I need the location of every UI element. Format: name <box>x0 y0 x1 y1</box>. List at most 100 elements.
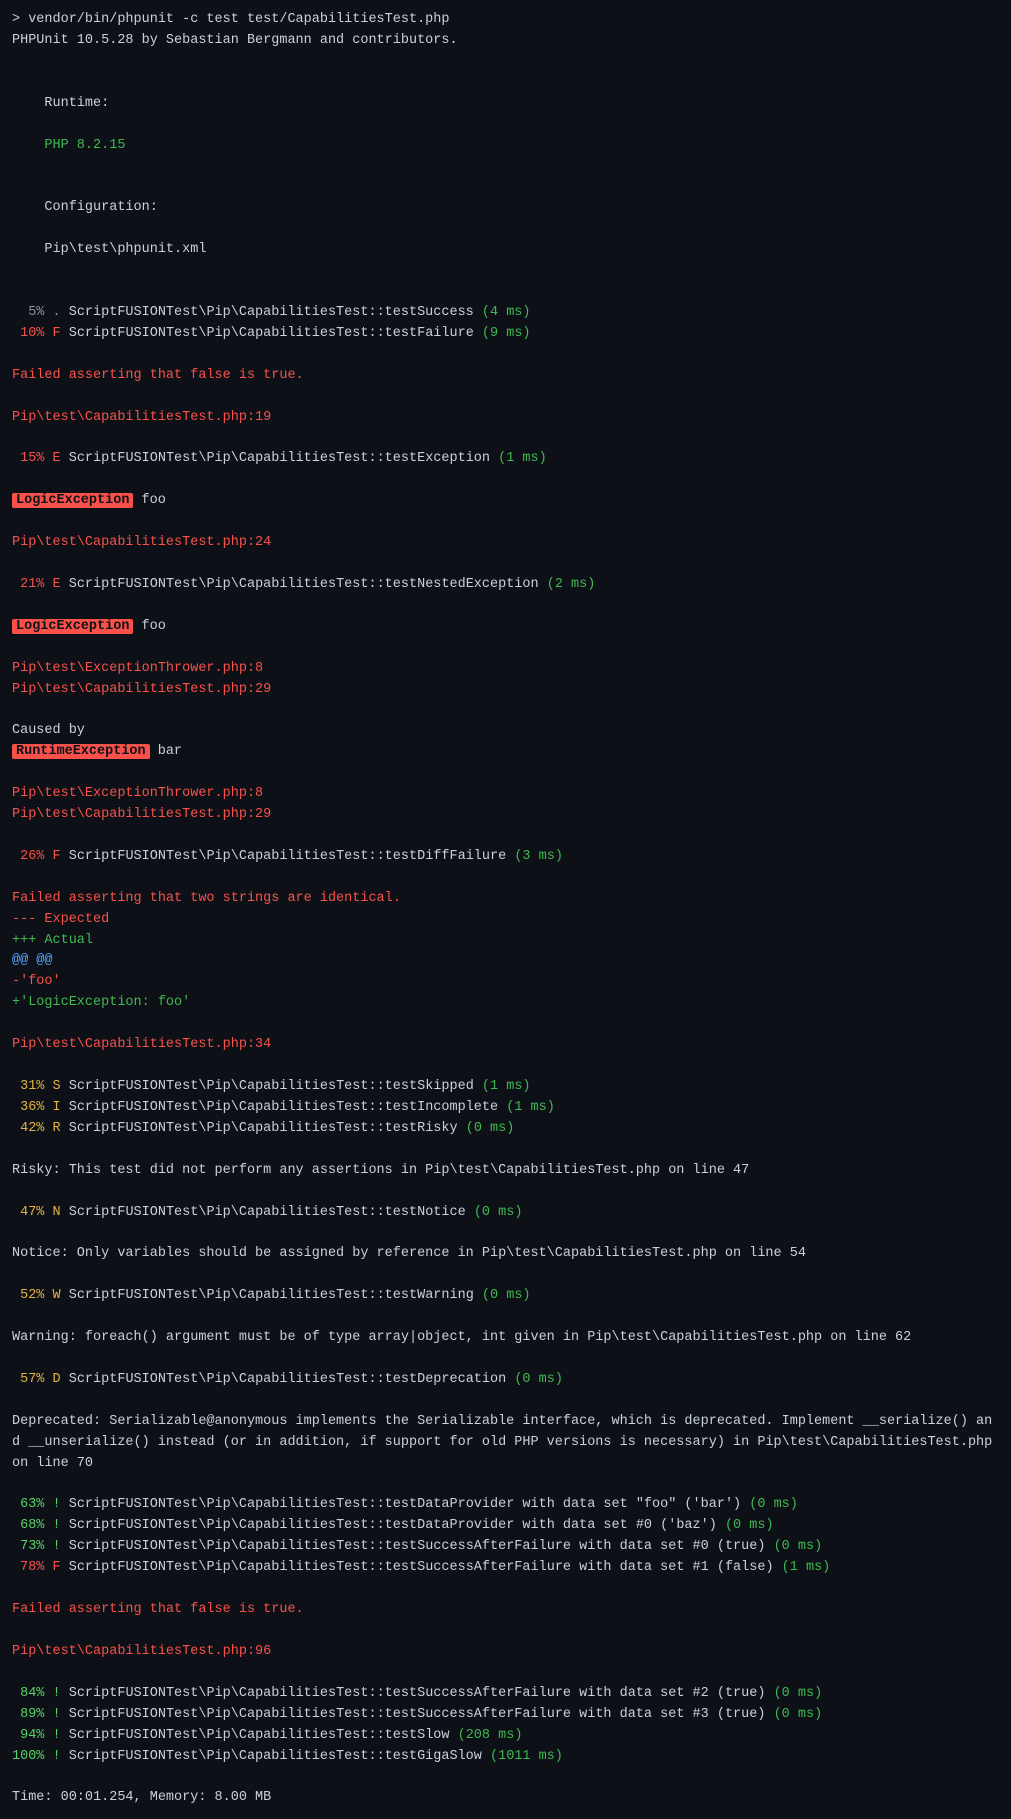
output-line: 63% ! ScriptFUSIONTest\Pip\CapabilitiesT… <box>12 1495 999 1516</box>
runtime-value: PHP 8.2.15 <box>44 138 125 153</box>
output-line: 100% ! ScriptFUSIONTest\Pip\Capabilities… <box>12 1747 999 1768</box>
output-line: 47% N ScriptFUSIONTest\Pip\CapabilitiesT… <box>12 1203 999 1224</box>
output-line: 31% S ScriptFUSIONTest\Pip\CapabilitiesT… <box>12 1077 999 1098</box>
output-line <box>12 387 999 408</box>
output-line <box>12 1621 999 1642</box>
test-time: (4 ms) <box>482 305 531 320</box>
test-percent: 89% ! <box>12 1707 61 1722</box>
exception-line: LogicException foo <box>12 617 999 638</box>
output-line <box>12 470 999 491</box>
test-time: (0 ms) <box>466 1121 515 1136</box>
exception-message: foo <box>133 493 165 508</box>
test-name: ScriptFUSIONTest\Pip\CapabilitiesTest::t… <box>69 1539 766 1554</box>
test-time: (3 ms) <box>514 849 563 864</box>
test-name: ScriptFUSIONTest\Pip\CapabilitiesTest::t… <box>69 305 474 320</box>
output-line <box>12 282 999 303</box>
runtime-spacer <box>44 117 93 132</box>
output-line: 52% W ScriptFUSIONTest\Pip\CapabilitiesT… <box>12 1286 999 1307</box>
test-time: (1 ms) <box>506 1100 555 1115</box>
output-line <box>12 1056 999 1077</box>
test-time: (0 ms) <box>749 1497 798 1512</box>
caused-by: Caused by <box>12 721 999 742</box>
test-percent: 94% ! <box>12 1728 61 1743</box>
output-line <box>12 512 999 533</box>
file-reference: Pip\test\CapabilitiesTest.php:96 <box>12 1642 999 1663</box>
test-name: ScriptFUSIONTest\Pip\CapabilitiesTest::t… <box>69 1100 498 1115</box>
test-name: ScriptFUSIONTest\Pip\CapabilitiesTest::t… <box>69 1288 474 1303</box>
exception-line: LogicException foo <box>12 491 999 512</box>
test-name: ScriptFUSIONTest\Pip\CapabilitiesTest::t… <box>69 1121 458 1136</box>
test-percent: 26% F <box>12 849 61 864</box>
output-line: 89% ! ScriptFUSIONTest\Pip\CapabilitiesT… <box>12 1705 999 1726</box>
test-time: (0 ms) <box>774 1686 823 1701</box>
test-percent: 10% F <box>12 326 61 341</box>
output-line <box>12 596 999 617</box>
output-line <box>12 1140 999 1161</box>
test-time: (208 ms) <box>458 1728 523 1743</box>
test-percent: 52% W <box>12 1288 61 1303</box>
file-reference: Pip\test\ExceptionThrower.php:8 <box>12 784 999 805</box>
test-name: ScriptFUSIONTest\Pip\CapabilitiesTest::t… <box>69 1707 766 1722</box>
file-reference: Pip\test\CapabilitiesTest.php:29 <box>12 805 999 826</box>
output-line: 57% D ScriptFUSIONTest\Pip\CapabilitiesT… <box>12 1370 999 1391</box>
test-name: ScriptFUSIONTest\Pip\CapabilitiesTest::t… <box>69 1686 766 1701</box>
output-line: 78% F ScriptFUSIONTest\Pip\CapabilitiesT… <box>12 1558 999 1579</box>
test-time: (1 ms) <box>782 1560 831 1575</box>
test-percent: 100% ! <box>12 1749 61 1764</box>
output-line: 68% ! ScriptFUSIONTest\Pip\CapabilitiesT… <box>12 1516 999 1537</box>
test-percent: 36% I <box>12 1100 61 1115</box>
test-name: ScriptFUSIONTest\Pip\CapabilitiesTest::t… <box>69 1518 717 1533</box>
exception-message: foo <box>133 619 165 634</box>
test-percent: 57% D <box>12 1372 61 1387</box>
test-percent: 73% ! <box>12 1539 61 1554</box>
runtime-line: Runtime: PHP 8.2.15 <box>12 73 999 178</box>
test-name: ScriptFUSIONTest\Pip\CapabilitiesTest::t… <box>69 1497 741 1512</box>
exception-badge: LogicException <box>12 619 133 634</box>
output-line: 15% E ScriptFUSIONTest\Pip\CapabilitiesT… <box>12 449 999 470</box>
test-time: (9 ms) <box>482 326 531 341</box>
command-line: > vendor/bin/phpunit -c test test/Capabi… <box>12 10 999 31</box>
test-percent: 78% F <box>12 1560 61 1575</box>
output-line: 42% R ScriptFUSIONTest\Pip\CapabilitiesT… <box>12 1119 999 1140</box>
test-name: ScriptFUSIONTest\Pip\CapabilitiesTest::t… <box>69 849 506 864</box>
config-value: Pip\test\phpunit.xml <box>44 242 206 257</box>
file-reference: Pip\test\CapabilitiesTest.php:19 <box>12 408 999 429</box>
output-line: 36% I ScriptFUSIONTest\Pip\CapabilitiesT… <box>12 1098 999 1119</box>
test-time: (0 ms) <box>514 1372 563 1387</box>
warning-message: Risky: This test did not perform any ass… <box>12 1161 999 1182</box>
output-line <box>12 1223 999 1244</box>
test-name: ScriptFUSIONTest\Pip\CapabilitiesTest::t… <box>69 1728 450 1743</box>
warning-message: Deprecated: Serializable@anonymous imple… <box>12 1412 999 1475</box>
test-time: (2 ms) <box>547 577 596 592</box>
error-message: Failed asserting that false is true. <box>12 366 999 387</box>
test-time: (0 ms) <box>482 1288 531 1303</box>
test-percent: 42% R <box>12 1121 61 1136</box>
output-line <box>12 1579 999 1600</box>
file-reference: Pip\test\ExceptionThrower.php:8 <box>12 659 999 680</box>
output-line <box>12 1391 999 1412</box>
test-percent: 47% N <box>12 1205 61 1220</box>
test-time: (1 ms) <box>498 451 547 466</box>
output-line <box>12 1182 999 1203</box>
summary-line: Time: 00:01.254, Memory: 8.00 MB <box>12 1788 999 1809</box>
output-line <box>12 868 999 889</box>
test-percent: 15% E <box>12 451 61 466</box>
config-label: Configuration: <box>44 200 157 215</box>
output-lines: 5% . ScriptFUSIONTest\Pip\CapabilitiesTe… <box>12 282 999 1809</box>
output-line: 10% F ScriptFUSIONTest\Pip\CapabilitiesT… <box>12 324 999 345</box>
output-line <box>12 1265 999 1286</box>
test-name: ScriptFUSIONTest\Pip\CapabilitiesTest::t… <box>69 1205 466 1220</box>
output-line <box>12 1307 999 1328</box>
test-name: ScriptFUSIONTest\Pip\CapabilitiesTest::t… <box>69 1749 482 1764</box>
test-name: ScriptFUSIONTest\Pip\CapabilitiesTest::t… <box>69 326 474 341</box>
output-line <box>12 1663 999 1684</box>
output-line <box>12 826 999 847</box>
test-time: (0 ms) <box>774 1707 823 1722</box>
warning-message: Notice: Only variables should be assigne… <box>12 1244 999 1265</box>
diff-at: @@ @@ <box>12 951 999 972</box>
output-line <box>12 554 999 575</box>
test-time: (0 ms) <box>725 1518 774 1533</box>
output-line: 94% ! ScriptFUSIONTest\Pip\CapabilitiesT… <box>12 1726 999 1747</box>
test-percent: 21% E <box>12 577 61 592</box>
test-time: (0 ms) <box>474 1205 523 1220</box>
